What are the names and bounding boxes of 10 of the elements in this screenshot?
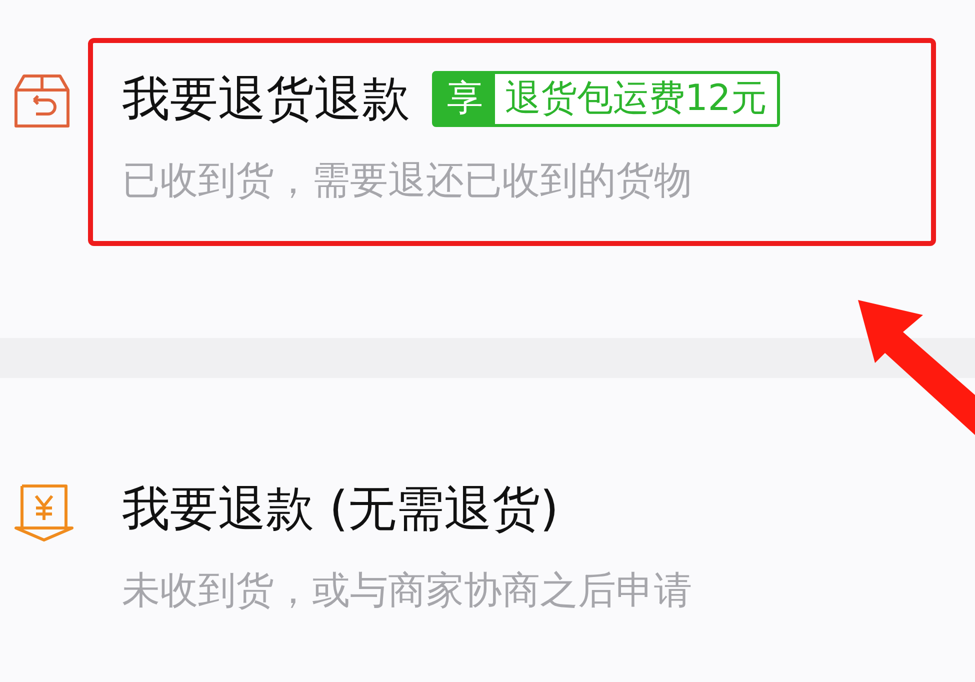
option-panel[interactable]: 我要退款 (无需退货) 未收到货，或与商家协商之后申请	[88, 448, 936, 656]
box-icon	[14, 74, 70, 128]
option-subtitle: 已收到货，需要退还已收到的货物	[122, 157, 693, 204]
yen-icon	[14, 484, 74, 542]
badge-text: 退货包运费12元	[495, 74, 777, 124]
option-title: 我要退款 (无需退货)	[122, 480, 559, 539]
badge-prefix: 享	[435, 74, 495, 124]
option-subtitle: 未收到货，或与商家协商之后申请	[122, 567, 693, 614]
option-title: 我要退货退款	[122, 70, 410, 129]
highlight-frame[interactable]: 我要退货退款 享 退货包运费12元 已收到货，需要退还已收到的货物	[88, 38, 936, 246]
